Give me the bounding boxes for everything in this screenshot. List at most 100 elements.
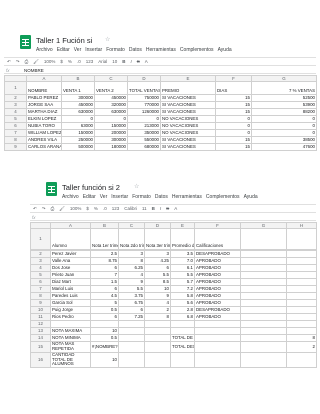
cell[interactable]: 8.5 — [144, 278, 171, 286]
cell[interactable] — [286, 228, 317, 250]
cell[interactable]: 53900 — [251, 101, 317, 109]
cell[interactable]: 8 — [144, 313, 171, 321]
paint-format-icon[interactable]: 🖌 — [33, 59, 39, 65]
currency-format-button[interactable]: $ — [60, 59, 63, 64]
cell[interactable] — [240, 341, 287, 353]
cell[interactable] — [240, 306, 287, 314]
cell[interactable]: 7 — [90, 271, 119, 279]
menu-editar[interactable]: Editar — [83, 194, 96, 200]
cell[interactable] — [240, 257, 287, 265]
cell[interactable]: 88200 — [251, 108, 317, 116]
cell[interactable]: APROBADO — [194, 285, 241, 293]
cell[interactable]: NOTA MINIMA — [50, 334, 91, 342]
menu-formato[interactable]: Formato — [106, 47, 125, 53]
cell[interactable] — [194, 320, 241, 328]
cell[interactable]: 350000 — [127, 129, 161, 137]
cell[interactable]: Mariol Luis — [50, 285, 91, 293]
cell[interactable] — [118, 327, 145, 335]
cell[interactable] — [240, 327, 287, 335]
cell[interactable]: 0 — [251, 129, 317, 137]
cell[interactable]: NO VACACIONES — [160, 122, 216, 130]
cell[interactable]: 7.2 — [170, 285, 195, 293]
cell[interactable]: 7.25 — [118, 313, 145, 321]
row-header[interactable]: 16 — [30, 352, 51, 368]
cell[interactable] — [118, 334, 145, 342]
cell[interactable]: 10 — [90, 352, 119, 368]
cell[interactable] — [240, 228, 287, 250]
menu-datos[interactable]: Datos — [129, 47, 142, 53]
cell[interactable]: 4 — [118, 271, 145, 279]
cell[interactable] — [240, 264, 287, 272]
row-header[interactable]: 15 — [30, 341, 51, 353]
cell[interactable] — [240, 278, 287, 286]
cell[interactable]: VENTA 2 — [94, 81, 128, 95]
cell[interactable]: 300000 — [61, 94, 95, 102]
cell[interactable]: APROBADO — [194, 278, 241, 286]
cell[interactable]: 0 — [215, 122, 252, 130]
cell[interactable]: DESAPROBADO — [194, 306, 241, 314]
percent-format-button[interactable]: % — [94, 206, 98, 211]
cell[interactable]: 680000 — [127, 143, 161, 151]
zoom-select[interactable]: 100% — [44, 59, 56, 64]
cell[interactable]: TOTAL DESAPROBADOS — [170, 341, 195, 353]
row-header[interactable]: 2 — [4, 94, 27, 102]
row-header[interactable]: 5 — [30, 271, 51, 279]
cell[interactable] — [194, 352, 241, 368]
font-select[interactable]: Calibri — [124, 206, 137, 211]
cell[interactable] — [170, 320, 195, 328]
cell[interactable] — [50, 320, 91, 328]
cell[interactable]: #¡NOMBRE? — [90, 341, 119, 353]
cell[interactable]: 3 — [144, 250, 171, 258]
cell[interactable]: 450000 — [61, 101, 95, 109]
bold-button[interactable]: B — [122, 59, 125, 64]
star-icon[interactable]: ☆ — [105, 36, 110, 43]
cell[interactable]: Nota 1er trimestre — [90, 228, 119, 250]
cell[interactable] — [240, 320, 287, 328]
cell[interactable]: DESAPROBADO — [194, 250, 241, 258]
cell[interactable]: SI VACACIONES — [160, 143, 216, 151]
cell[interactable]: TOTAL VENTAS — [127, 81, 161, 95]
cell[interactable]: SI VACACIONES — [160, 94, 216, 102]
row-header[interactable]: 4 — [30, 264, 51, 272]
cell[interactable]: 4 — [144, 299, 171, 307]
row-header[interactable]: 11 — [30, 313, 51, 321]
cell[interactable]: 320000 — [94, 101, 128, 109]
cell[interactable]: Prieto Juan — [50, 271, 91, 279]
cell[interactable]: WILLIAM LOPEZ — [26, 129, 62, 137]
row-header[interactable]: 12 — [30, 320, 51, 328]
cell[interactable]: 0 — [251, 122, 317, 130]
cell[interactable]: 5.6 — [170, 299, 195, 307]
cell[interactable]: 770000 — [127, 101, 161, 109]
cell[interactable]: Nota 3er trimestre — [144, 228, 171, 250]
cell[interactable] — [286, 299, 317, 307]
cell[interactable] — [240, 313, 287, 321]
menu-editar[interactable]: Editar — [57, 47, 70, 53]
cell[interactable]: 3 — [118, 250, 145, 258]
menu-formato[interactable]: Formato — [132, 194, 151, 200]
star-icon[interactable]: ☆ — [134, 183, 139, 190]
cell[interactable]: 63000 — [61, 122, 95, 130]
cell[interactable]: 0 — [94, 115, 128, 123]
cell[interactable]: Nota 2do trimestre — [118, 228, 145, 250]
undo-icon[interactable]: ↶ — [33, 206, 37, 212]
cell[interactable]: 52500 — [251, 94, 317, 102]
menu-ayuda[interactable]: Ayuda — [244, 194, 258, 200]
cell[interactable]: 0.5 — [90, 334, 119, 342]
cell[interactable]: NUBIA TORO — [26, 122, 62, 130]
cell[interactable] — [144, 320, 171, 328]
cell[interactable]: 1.5 — [90, 278, 119, 286]
cell[interactable]: NOTA MAS REPETIDA — [50, 341, 91, 353]
cell[interactable]: 6.25 — [118, 264, 145, 272]
row-header[interactable]: 8 — [30, 292, 51, 300]
cell[interactable] — [118, 352, 145, 368]
cell[interactable] — [118, 341, 145, 353]
font-size-select[interactable]: 11 — [142, 206, 147, 211]
redo-icon[interactable]: ↷ — [16, 59, 20, 65]
row-header[interactable]: 5 — [4, 115, 27, 123]
cell[interactable] — [144, 341, 171, 353]
cell[interactable]: Rios Pedro — [50, 313, 91, 321]
cell[interactable] — [144, 327, 171, 335]
cell[interactable]: Alumno — [50, 228, 91, 250]
cell[interactable] — [170, 327, 195, 335]
decimal-format-button[interactable]: .0 — [77, 59, 81, 64]
